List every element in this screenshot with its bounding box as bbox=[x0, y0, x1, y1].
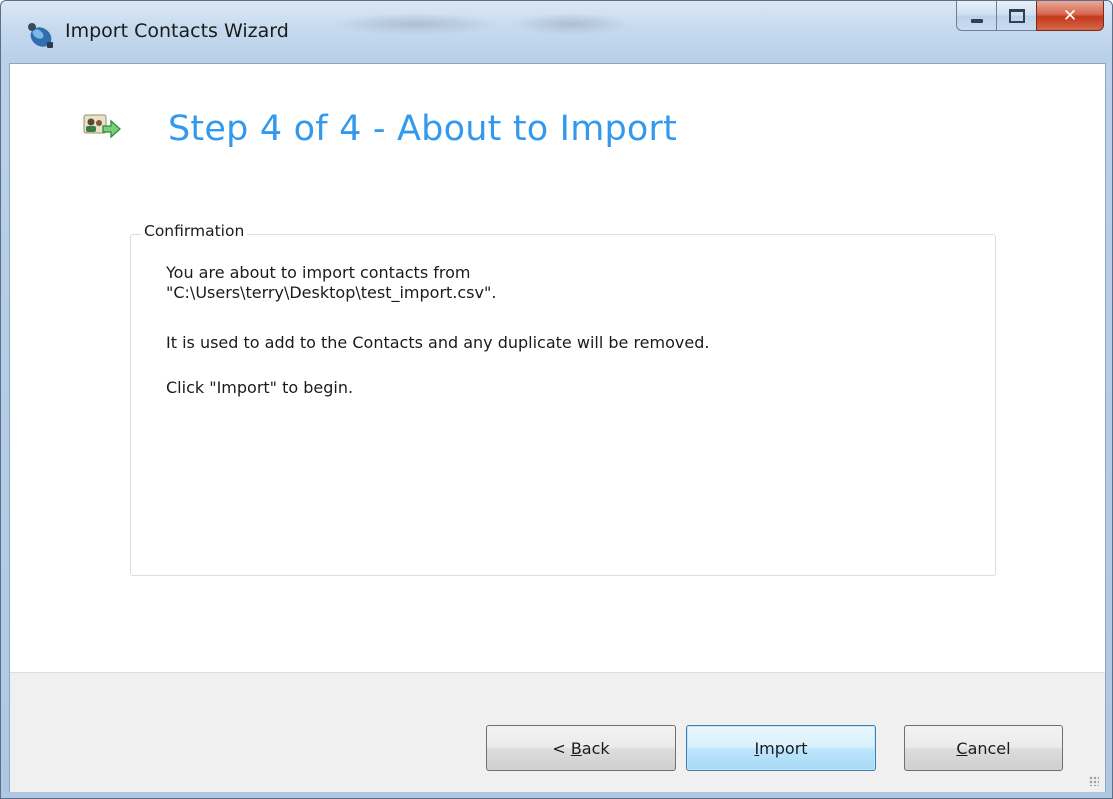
close-icon: ✕ bbox=[1062, 5, 1078, 26]
title-bar[interactable]: Import Contacts Wizard ✕ bbox=[1, 1, 1112, 63]
wizard-window: Import Contacts Wizard ✕ Step 4 of 4 - A… bbox=[0, 0, 1113, 799]
title-bar-background-blur bbox=[511, 13, 631, 35]
cancel-button[interactable]: Cancel bbox=[904, 725, 1063, 771]
confirmation-text-line-1: You are about to import contacts from bbox=[166, 263, 471, 282]
cancel-button-label: ancel bbox=[967, 738, 1011, 758]
wizard-client-area: Step 4 of 4 - About to Import Confirmati… bbox=[9, 63, 1106, 792]
back-button-prefix: < bbox=[552, 738, 571, 758]
window-title: Import Contacts Wizard bbox=[65, 20, 289, 42]
import-contacts-icon bbox=[83, 114, 121, 139]
resize-grip[interactable] bbox=[1089, 776, 1099, 786]
import-button-label: mport bbox=[759, 738, 808, 758]
confirmation-file-path: "C:\Users\terry\Desktop\test_import.csv"… bbox=[166, 283, 497, 302]
back-button-mnemonic: B bbox=[570, 738, 582, 758]
import-button[interactable]: Import bbox=[686, 725, 876, 771]
app-icon bbox=[28, 23, 53, 48]
confirmation-text-line-3: It is used to add to the Contacts and an… bbox=[166, 333, 710, 352]
minimize-button[interactable] bbox=[956, 1, 996, 31]
back-button[interactable]: < Back bbox=[486, 725, 676, 771]
confirmation-legend: Confirmation bbox=[141, 222, 248, 240]
close-button[interactable]: ✕ bbox=[1036, 1, 1104, 31]
maximize-button[interactable] bbox=[996, 1, 1036, 31]
confirmation-group: Confirmation You are about to import con… bbox=[130, 222, 996, 576]
cancel-button-mnemonic: C bbox=[956, 738, 968, 758]
page-title: Step 4 of 4 - About to Import bbox=[168, 109, 678, 149]
title-bar-background-blur bbox=[331, 13, 501, 35]
caption-buttons: ✕ bbox=[956, 1, 1104, 31]
maximize-icon bbox=[1008, 8, 1025, 23]
confirmation-text-line-4: Click "Import" to begin. bbox=[166, 378, 354, 397]
back-button-label: ack bbox=[581, 738, 610, 758]
button-bar: < Back Import Cancel bbox=[10, 672, 1105, 792]
minimize-icon bbox=[970, 18, 983, 23]
